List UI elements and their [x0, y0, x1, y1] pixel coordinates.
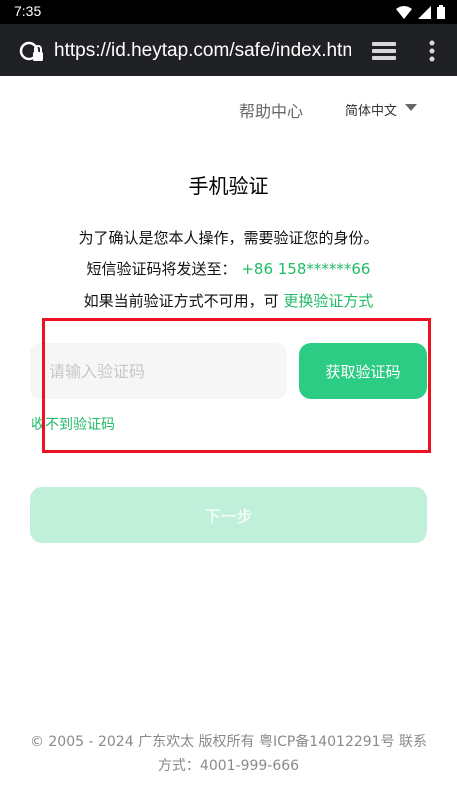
language-label: 简体中文	[345, 104, 398, 119]
url-bar[interactable]: https://id.heytap.com/safe/index.html	[54, 39, 351, 63]
sms-destination-line: 短信验证码将发送至： +86 158******66	[0, 258, 457, 279]
footer-copyright: © 2005 - 2024 广东欢太 版权所有 粤ICP备14012291号 联…	[29, 734, 428, 774]
status-time: 7:35	[14, 3, 42, 19]
annotation-highlight-box	[42, 318, 431, 453]
phone-number: +86 158******66	[241, 260, 371, 278]
site-info-icon[interactable]	[18, 40, 46, 64]
next-button[interactable]: 下一步	[30, 487, 427, 543]
page-header: 帮助中心 简体中文	[0, 96, 457, 124]
change-method-link[interactable]: 更换验证方式	[283, 292, 373, 310]
alt-method-line: 如果当前验证方式不可用，可 更换验证方式	[0, 290, 457, 311]
cell-signal-icon	[418, 5, 431, 19]
sms-destination-label: 短信验证码将发送至：	[86, 260, 237, 278]
battery-icon	[437, 5, 445, 19]
browser-toolbar: https://id.heytap.com/safe/index.html	[0, 24, 457, 76]
language-select[interactable]: 简体中文	[345, 100, 418, 119]
tabs-icon[interactable]	[370, 41, 398, 61]
status-bar: 7:35	[0, 0, 457, 24]
page-title: 手机验证	[188, 174, 269, 198]
wifi-icon	[396, 5, 412, 19]
more-menu-icon[interactable]	[426, 39, 438, 63]
alt-method-label: 如果当前验证方式不可用，可	[83, 292, 279, 310]
status-icons	[396, 5, 445, 19]
verify-description: 为了确认是您本人操作，需要验证您的身份。	[78, 229, 379, 247]
chevron-down-icon	[405, 104, 418, 111]
help-center-link[interactable]: 帮助中心	[239, 98, 303, 122]
